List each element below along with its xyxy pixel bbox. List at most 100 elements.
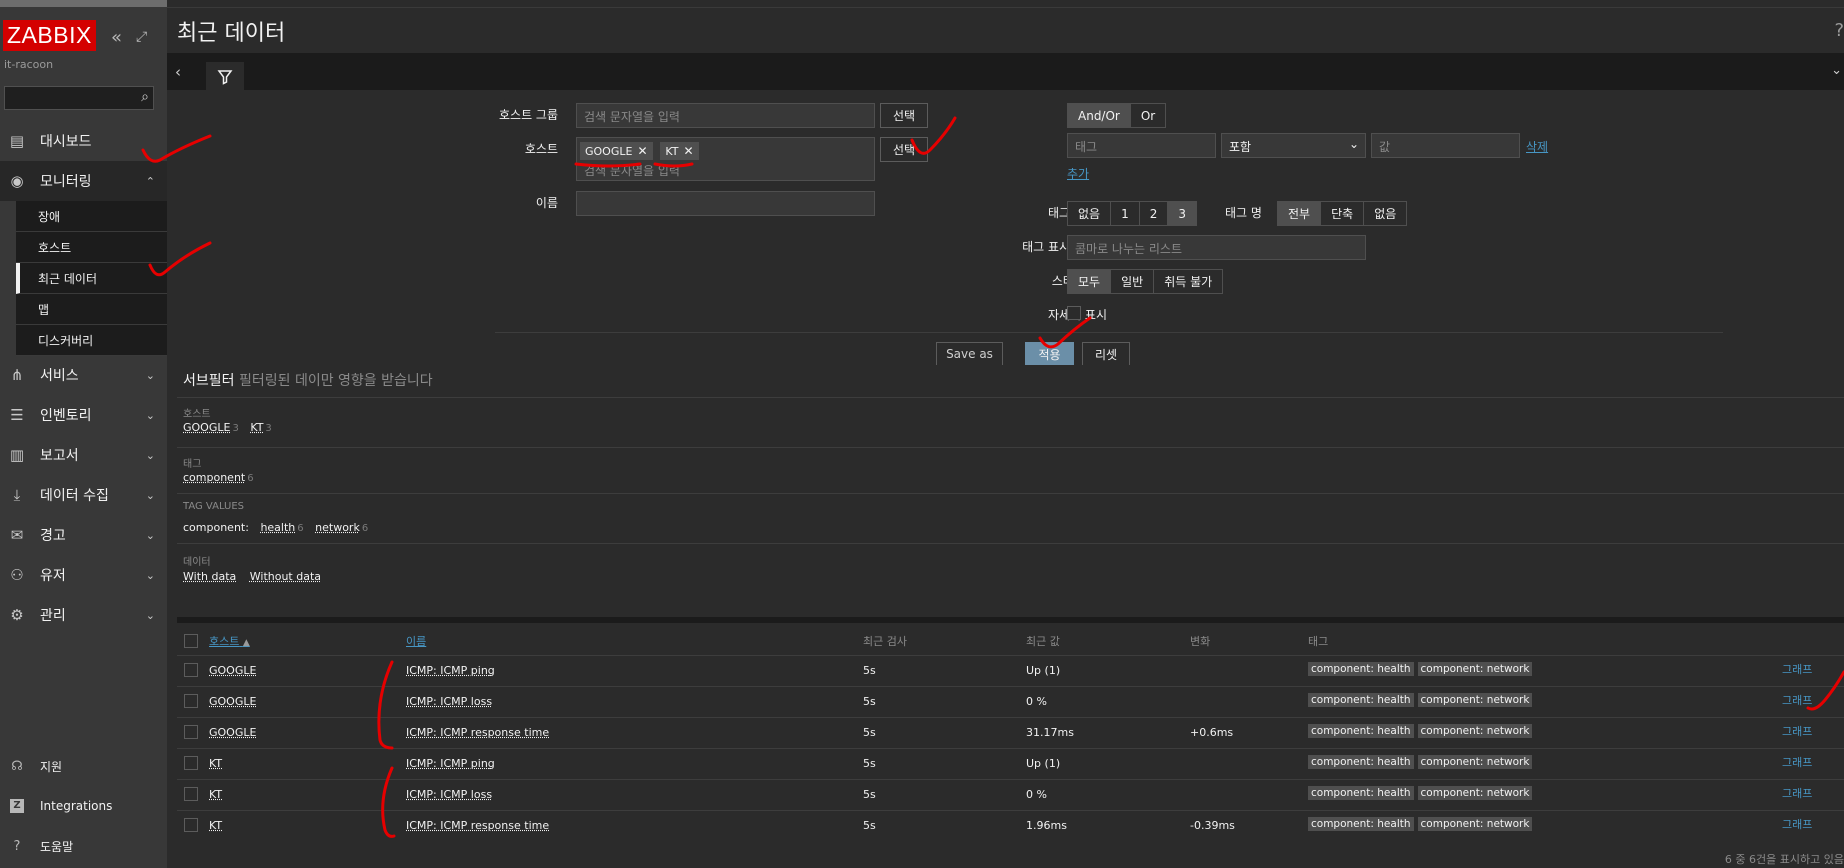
row-host-link[interactable]: GOOGLE [209,695,256,708]
save-as-button[interactable]: Save as [936,342,1003,366]
add-tag-link[interactable]: 추가 [1067,165,1089,182]
sidebar-search-input[interactable]: ⌕ [4,86,154,110]
tag-operator-select[interactable]: 포함 ⌄ [1221,133,1366,158]
sidebar-item-users[interactable]: ⚇ 유저 ⌄ [0,555,167,595]
submenu-item-maps[interactable]: 맵 [16,294,167,325]
row-host-link[interactable]: KT [209,819,222,832]
zabbix-logo[interactable]: ZABBIX [3,20,96,51]
show-tags-3[interactable]: 3 [1168,201,1198,226]
submenu-item-hosts[interactable]: 호스트 [16,232,167,263]
row-item-name-link[interactable]: ICMP: ICMP response time [406,726,549,739]
subfilter-with-data[interactable]: With data [183,570,236,583]
tag-name-input[interactable]: 태그 [1067,133,1216,158]
row-host-link[interactable]: GOOGLE [209,726,256,739]
state-not-supported[interactable]: 취득 불가 [1154,269,1224,294]
kiosk-mode-icon[interactable]: ⤢ [136,29,147,45]
reset-button[interactable]: 리셋 [1082,342,1130,366]
sidebar-item-services[interactable]: ⋔ 서비스 ⌄ [0,355,167,395]
row-item-name-link[interactable]: ICMP: ICMP loss [406,695,492,708]
remove-chip-icon[interactable]: ✕ [637,144,647,158]
subfilter-without-data[interactable]: Without data [250,570,321,583]
tag-name-none[interactable]: 없음 [1364,201,1408,226]
subfilter-tag-value-health[interactable]: health [260,521,295,534]
subfilter-host-google[interactable]: GOOGLE [183,421,230,434]
submenu-item-problems[interactable]: 장애 [16,201,167,232]
state-all[interactable]: 모두 [1067,269,1112,294]
host-search-placeholder[interactable]: 검색 문자열을 입력 [580,160,871,181]
sidebar-item-reports[interactable]: ▥ 보고서 ⌄ [0,435,167,475]
row-tag[interactable]: component: network [1417,662,1533,676]
row-item-name-link[interactable]: ICMP: ICMP response time [406,819,549,832]
row-checkbox[interactable] [184,756,198,770]
row-graph-link[interactable]: 그래프 [1782,785,1812,801]
row-tag[interactable]: component: health [1308,693,1414,707]
row-host-link[interactable]: KT [209,788,222,801]
row-tag[interactable]: component: network [1417,755,1533,769]
row-graph-link[interactable]: 그래프 [1782,661,1812,677]
apply-button[interactable]: 적용 [1025,342,1074,366]
sidebar-item-data-collection[interactable]: ⤓ 데이터 수집 ⌄ [0,475,167,515]
row-tag[interactable]: component: network [1417,724,1533,738]
sidebar-item-support[interactable]: ☊ 지원 [0,751,62,781]
state-normal[interactable]: 일반 [1111,269,1155,294]
row-tag[interactable]: component: health [1308,786,1414,800]
tag-name-short[interactable]: 단축 [1321,201,1365,226]
row-graph-link[interactable]: 그래프 [1782,692,1812,708]
row-item-name-link[interactable]: ICMP: ICMP ping [406,757,495,770]
row-host-link[interactable]: GOOGLE [209,664,256,677]
row-tag[interactable]: component: health [1308,662,1414,676]
tag-value-input[interactable]: 값 [1371,133,1520,158]
row-tag[interactable]: component: network [1417,786,1533,800]
sidebar-item-inventory[interactable]: ☰ 인벤토리 ⌄ [0,395,167,435]
row-graph-link[interactable]: 그래프 [1782,816,1812,832]
host-select-button[interactable]: 선택 [880,137,928,162]
row-checkbox[interactable] [184,787,198,801]
row-host-link[interactable]: KT [209,757,222,770]
host-multiselect[interactable]: GOOGLE ✕ KT ✕ 검색 문자열을 입력 [576,137,875,181]
filter-tab[interactable] [206,62,244,91]
show-tags-none[interactable]: 없음 [1067,201,1112,226]
column-header-host[interactable]: 호스트 ▲ [209,633,250,649]
row-item-name-link[interactable]: ICMP: ICMP loss [406,788,492,801]
tag-priority-input[interactable]: 콤마로 나누는 리스트 [1067,235,1366,260]
search-icon[interactable]: ⌕ [141,89,149,105]
remove-chip-icon[interactable]: ✕ [683,144,693,158]
row-tag[interactable]: component: health [1308,755,1414,769]
sidebar-item-integrations[interactable]: Z Integrations [0,791,112,821]
subfilter-tag-component[interactable]: component [183,471,245,484]
subfilter-tag-value-network[interactable]: network [315,521,360,534]
subfilter-host-kt[interactable]: KT [250,421,263,434]
collapse-sidebar-icon[interactable]: « [111,27,122,48]
sidebar-item-alerts[interactable]: ✉ 경고 ⌄ [0,515,167,555]
row-tag[interactable]: component: health [1308,817,1414,831]
row-checkbox[interactable] [184,725,198,739]
column-header-name[interactable]: 이름 [406,633,426,649]
row-graph-link[interactable]: 그래프 [1782,754,1812,770]
row-graph-link[interactable]: 그래프 [1782,723,1812,739]
submenu-item-latest-data[interactable]: 최근 데이터 [16,263,167,294]
submenu-item-discovery[interactable]: 디스커버리 [16,325,167,356]
select-all-checkbox[interactable] [184,634,198,648]
row-checkbox[interactable] [184,694,198,708]
tag-evaltype-or[interactable]: Or [1130,103,1167,128]
host-group-select-button[interactable]: 선택 [880,103,928,128]
tag-evaltype-and-or[interactable]: And/Or [1067,103,1131,128]
sidebar-item-dashboards[interactable]: ▤ 대시보드 [0,121,167,161]
name-input[interactable] [576,191,875,216]
show-tags-2[interactable]: 2 [1139,201,1169,226]
help-icon[interactable]: ? [1834,20,1844,41]
row-tag[interactable]: component: health [1308,724,1414,738]
chevron-down-icon[interactable]: ⌄ [1831,63,1842,78]
row-tag[interactable]: component: network [1417,693,1533,707]
sidebar-item-help[interactable]: ? 도움말 [0,831,74,861]
chevron-left-icon[interactable]: ‹ [175,63,181,81]
host-group-input[interactable]: 검색 문자열을 입력 [576,103,875,128]
sidebar-item-monitoring[interactable]: ◉ 모니터링 ⌃ [0,161,167,201]
show-tags-1[interactable]: 1 [1111,201,1140,226]
row-checkbox[interactable] [184,818,198,832]
remove-tag-link[interactable]: 삭제 [1526,138,1548,155]
row-tag[interactable]: component: network [1417,817,1533,831]
show-details-checkbox[interactable] [1067,306,1081,320]
row-item-name-link[interactable]: ICMP: ICMP ping [406,664,495,677]
row-checkbox[interactable] [184,663,198,677]
